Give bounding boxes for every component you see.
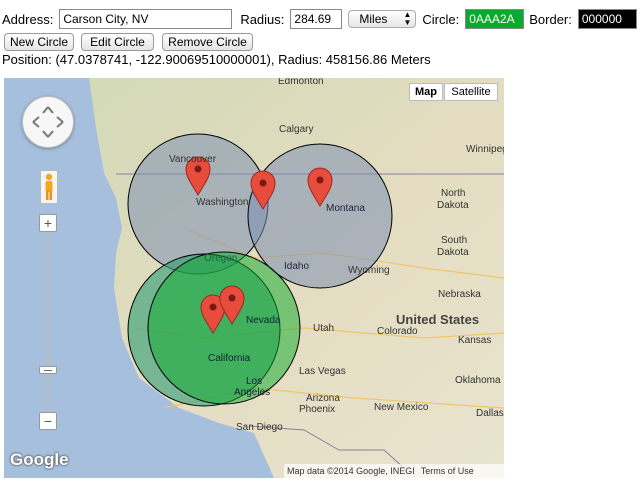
border-color-input[interactable] [577, 9, 637, 29]
label-vancouver: Vancouver [169, 154, 217, 165]
label-oklahoma: Oklahoma [455, 375, 501, 386]
map-attribution: Map data ©2014 Google, INEGI Terms of Us… [284, 464, 504, 478]
map-svg: Edmonton Calgary Winnipeg Vancouver Wash… [4, 78, 504, 478]
label-montana: Montana [326, 203, 365, 214]
label-wyoming: Wyoming [348, 265, 390, 276]
zoom-in-button[interactable]: + [39, 214, 57, 232]
circle-form: Address: Radius: Miles ▲▼ Circle: Border… [2, 8, 637, 30]
address-input[interactable] [59, 9, 233, 29]
label-oregon: Oregon [204, 253, 237, 264]
select-arrows-icon: ▲ ▼ [403, 10, 412, 27]
circle-label: Circle: [422, 11, 460, 27]
street-view-pegman[interactable] [40, 170, 58, 204]
label-nebraska: Nebraska [438, 289, 481, 300]
border-label: Border: [529, 11, 572, 27]
label-washington: Washington [196, 197, 248, 208]
remove-circle-button[interactable]: Remove Circle [162, 33, 253, 51]
zoom-track[interactable] [47, 232, 49, 412]
attribution-text: Map data ©2014 Google, INEGI [287, 466, 415, 476]
terms-of-use-link[interactable]: Terms of Use [421, 466, 474, 476]
unit-selected-value: Miles [359, 12, 388, 26]
label-san-diego: San Diego [236, 422, 283, 433]
edit-circle-button[interactable]: Edit Circle [81, 33, 154, 51]
label-arizona: Arizona [306, 393, 340, 404]
zoom-out-button[interactable]: − [39, 412, 57, 430]
circle-nevada[interactable] [147, 251, 301, 405]
pan-arrows-icon [32, 106, 64, 138]
label-calgary: Calgary [279, 124, 313, 135]
label-new-mexico: New Mexico [374, 402, 429, 413]
label-north-dakota: North Dakota [437, 188, 469, 211]
label-nevada: Nevada [246, 315, 281, 326]
pan-control[interactable] [22, 96, 74, 148]
map-type-satellite-button[interactable]: Satellite [444, 83, 498, 101]
label-utah: Utah [313, 323, 334, 334]
slider-grip-icon [44, 369, 52, 371]
label-phoenix: Phoenix [299, 404, 335, 415]
zoom-slider-handle[interactable] [39, 366, 57, 374]
label-winnipeg: Winnipeg [466, 144, 504, 155]
new-circle-button[interactable]: New Circle [4, 33, 74, 51]
map-canvas[interactable]: Edmonton Calgary Winnipeg Vancouver Wash… [4, 78, 504, 478]
google-logo: Google [10, 450, 69, 469]
label-edmonton: Edmonton [278, 78, 324, 87]
map-type-map-button[interactable]: Map [409, 83, 443, 101]
unit-select[interactable]: Miles ▲ ▼ [348, 10, 417, 28]
pegman-icon [45, 173, 53, 200]
label-las-vegas: Las Vegas [299, 366, 346, 377]
radius-input[interactable] [290, 9, 343, 29]
label-california: California [208, 353, 251, 364]
label-idaho: Idaho [284, 261, 309, 272]
label-united-states: United States [396, 312, 479, 327]
label-south-dakota: South Dakota [437, 235, 469, 258]
label-dallas: Dallas [476, 408, 504, 419]
position-status: Position: (47.0378741, -122.900695100000… [2, 52, 431, 67]
label-kansas: Kansas [458, 335, 491, 346]
radius-label: Radius: [240, 11, 285, 27]
address-label: Address: [2, 11, 54, 27]
circle-color-input[interactable] [465, 9, 525, 29]
label-colorado: Colorado [377, 326, 418, 337]
